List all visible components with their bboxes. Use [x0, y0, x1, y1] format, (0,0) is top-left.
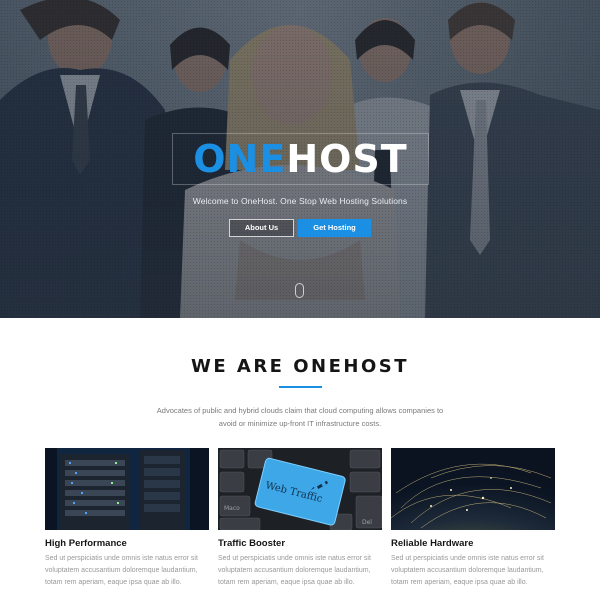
feature-title: High Performance — [45, 538, 127, 549]
feature-description: Sed ut perspiciatis unde omnis iste natu… — [45, 555, 198, 586]
feature-title: Traffic Booster — [218, 538, 286, 549]
key-label-maco: Maco — [224, 505, 240, 512]
features-row: High Performance Sed ut perspiciatis und… — [45, 448, 555, 598]
hero-tagline: Welcome to OneHost. One Stop Web Hosting… — [192, 196, 408, 206]
title-underline — [279, 386, 322, 388]
site-logo[interactable]: ONEHOST — [172, 136, 429, 182]
section-title: WE ARE ONEHOST — [190, 356, 410, 377]
section-intro: Advocates of public and hybrid clouds cl… — [156, 406, 444, 428]
logo-part-host: HOST — [286, 137, 408, 181]
keyboard-image: Maco Del Web Traffic — [218, 448, 382, 530]
server-rack-image — [45, 448, 209, 530]
feature-card-traffic-booster: Maco Del Web Traffic Traffic Booster Sed… — [218, 448, 382, 589]
feature-description: Sed ut perspiciatis unde omnis iste natu… — [391, 555, 544, 586]
get-hosting-button[interactable]: Get Hosting — [298, 219, 371, 237]
about-us-button[interactable]: About Us — [229, 219, 294, 237]
feature-description: Sed ut perspiciatis unde omnis iste natu… — [218, 555, 371, 586]
feature-title: Reliable Hardware — [391, 538, 474, 549]
hero-section: ONEHOST Welcome to OneHost. One Stop Web… — [0, 0, 600, 318]
globe-network-image — [391, 448, 555, 530]
feature-card-reliable-hardware: Reliable Hardware Sed ut perspiciatis un… — [391, 448, 555, 589]
logo-part-one: ONE — [193, 137, 287, 181]
mouse-scroll-icon[interactable] — [295, 283, 304, 298]
feature-card-high-performance: High Performance Sed ut perspiciatis und… — [45, 448, 209, 589]
key-label-del: Del — [362, 519, 372, 526]
